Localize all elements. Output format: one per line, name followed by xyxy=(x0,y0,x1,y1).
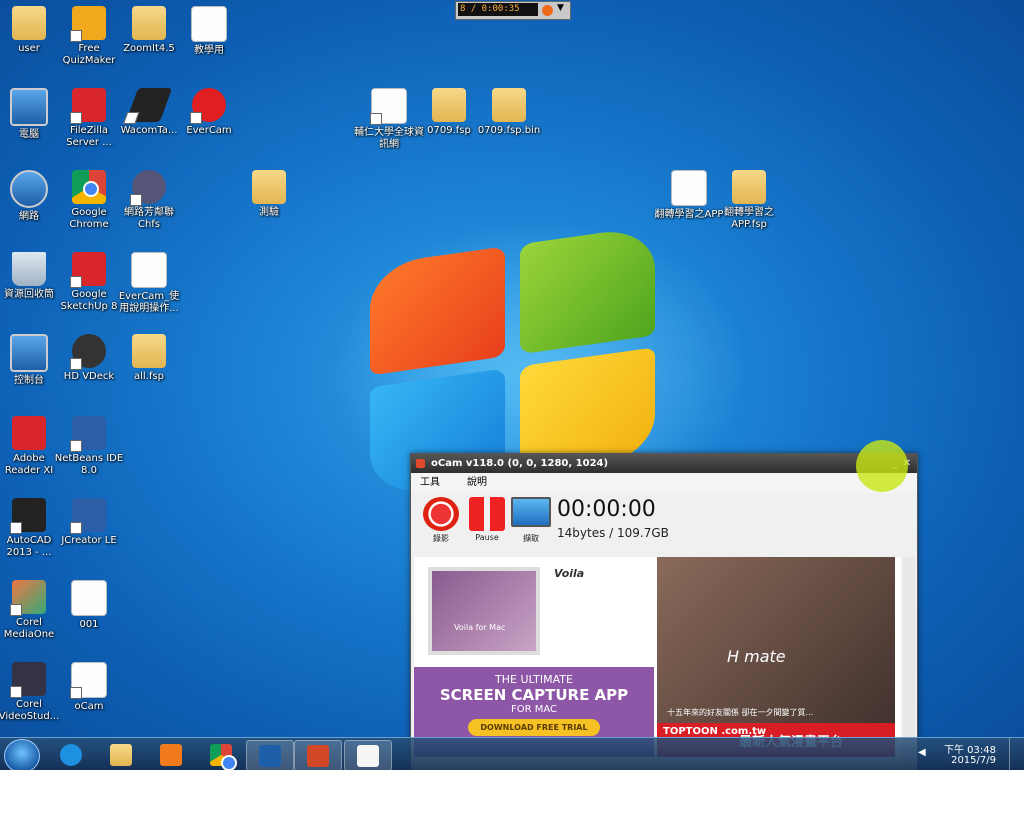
cursor-highlight xyxy=(856,440,908,492)
ie-icon xyxy=(60,743,82,766)
download-button[interactable]: DOWNLOAD FREE TRIAL xyxy=(468,719,600,736)
tray-arrow-icon[interactable]: ◀ xyxy=(918,747,926,758)
folder-icon xyxy=(252,170,286,204)
folder-icon xyxy=(110,743,132,766)
pause-button[interactable]: Pause xyxy=(465,497,509,542)
desktop-icon-jcreator[interactable]: JCreator LE xyxy=(54,498,124,547)
ocam-icon xyxy=(357,744,379,767)
taskbar-ocam[interactable] xyxy=(344,740,392,770)
desktop-icon-evercam-manual[interactable]: EverCam_使用說明操作... xyxy=(114,252,184,315)
show-desktop-button[interactable] xyxy=(1009,738,1024,770)
ocam-window: oCam v118.0 (0, 0, 1280, 1024) _ ✕ 工具說明 … xyxy=(410,453,918,770)
pause-label: Pause xyxy=(475,533,499,542)
ocam-icon xyxy=(70,662,107,699)
ocam-toolbar: 錄影 Pause 擷取 00:00:00 14bytes / 109.7GB xyxy=(411,493,917,551)
evercam-icon xyxy=(190,88,226,124)
hdvdeck-icon xyxy=(70,334,106,370)
folder-icon xyxy=(432,88,466,122)
powerpoint-icon xyxy=(307,744,329,767)
taskbar-ie[interactable] xyxy=(48,740,94,769)
document-icon xyxy=(191,6,227,42)
folder-icon xyxy=(12,6,46,40)
system-tray: ◀ 下午 03:48 2015/7/9 xyxy=(914,738,1024,770)
taskbar: ◀ 下午 03:48 2015/7/9 xyxy=(0,737,1024,770)
toptoon-ad[interactable]: H mate 十五年來的好友關係 卻在一夕間變了質... TOPTOON .co… xyxy=(657,557,895,757)
recorder-time: 8 / 0:00:35 xyxy=(458,3,538,16)
folder-icon xyxy=(132,6,166,40)
monitor-icon xyxy=(511,497,551,527)
folder-icon xyxy=(732,170,766,204)
desktop-icon-teaching[interactable]: 教學用 xyxy=(174,6,244,57)
chrome-icon xyxy=(210,743,237,770)
document-icon xyxy=(71,580,107,616)
ad-brand: Voila xyxy=(554,567,585,580)
record-button[interactable]: 錄影 xyxy=(419,497,463,544)
voila-ad[interactable]: Voila for Mac Voila THE ULTIMATE SCREEN … xyxy=(414,557,654,757)
computer-icon xyxy=(10,88,48,126)
jcreator-icon xyxy=(70,498,106,534)
app-icon xyxy=(259,744,281,767)
ad-caption: 十五年來的好友關係 卻在一夕間變了質... xyxy=(667,708,814,717)
start-button[interactable] xyxy=(4,739,40,770)
ad-title: H mate xyxy=(727,647,786,666)
corel-mediaone-icon xyxy=(10,580,46,616)
ocam-titlebar[interactable]: oCam v118.0 (0, 0, 1280, 1024) _ ✕ xyxy=(411,454,917,473)
chrome-icon xyxy=(72,170,106,204)
recorder-toolbar: 8 / 0:00:35 ▼ xyxy=(455,1,571,20)
capture-button[interactable]: 擷取 xyxy=(509,497,553,544)
adobe-reader-icon xyxy=(12,416,46,450)
tablet-icon xyxy=(125,88,173,122)
recycle-bin-icon xyxy=(12,252,46,286)
desktop-icon-app-fsp[interactable]: 翻轉學習之APP.fsp xyxy=(714,170,784,231)
clock-date[interactable]: 2015/7/9 xyxy=(951,755,996,766)
pause-icon xyxy=(469,497,505,531)
desktop-icon-chfs[interactable]: 網路芳鄰聯Chfs xyxy=(114,170,184,231)
control-panel-icon xyxy=(10,334,48,372)
desktop: user Free QuizMaker ZoomIt4.5 教學用 電腦 Fil… xyxy=(0,0,1024,770)
record-icon[interactable] xyxy=(542,5,553,16)
taskbar-media[interactable] xyxy=(148,740,194,769)
filezilla-icon xyxy=(70,88,106,124)
ad-area: Voila for Mac Voila THE ULTIMATE SCREEN … xyxy=(414,557,901,767)
sketchup-icon xyxy=(70,252,106,288)
record-label: 錄影 xyxy=(433,534,449,543)
desktop-icon-001[interactable]: 001 xyxy=(54,580,124,631)
menu-help[interactable]: 說明 xyxy=(467,477,487,488)
dropdown-arrow-icon[interactable]: ▼ xyxy=(557,3,564,13)
taskbar-explorer[interactable] xyxy=(98,740,144,769)
ad-monitor-image: Voila for Mac xyxy=(428,567,540,655)
ocam-menubar: 工具 說明 xyxy=(411,473,917,493)
capture-label: 擷取 xyxy=(523,534,539,543)
network-share-icon xyxy=(130,170,166,206)
desktop-icon-allfsp[interactable]: all.fsp xyxy=(114,334,184,383)
ocam-app-icon xyxy=(416,459,425,468)
media-player-icon xyxy=(160,743,182,766)
quizmaker-icon xyxy=(70,6,106,42)
ocam-title: oCam v118.0 (0, 0, 1280, 1024) xyxy=(431,458,609,469)
desktop-icon-ocam[interactable]: oCam xyxy=(54,662,124,713)
file-size: 14bytes / 109.7GB xyxy=(557,526,669,540)
netbeans-icon xyxy=(70,416,106,452)
recording-time: 00:00:00 xyxy=(557,497,656,522)
desktop-icon-0709fspbin[interactable]: 0709.fsp.bin xyxy=(474,88,544,137)
powerpoint-file-icon xyxy=(671,170,707,206)
desktop-icon-quiz[interactable]: 測驗 xyxy=(234,170,304,219)
autocad-icon xyxy=(10,498,46,534)
scrollbar[interactable] xyxy=(903,557,915,767)
record-icon xyxy=(423,497,459,531)
corel-videostudio-icon xyxy=(10,662,46,698)
clock-time[interactable]: 下午 03:48 xyxy=(944,741,996,756)
folder-icon xyxy=(132,334,166,368)
folder-icon xyxy=(492,88,526,122)
taskbar-powerpoint[interactable] xyxy=(294,740,342,770)
desktop-icon-evercam[interactable]: EverCam xyxy=(174,88,244,137)
web-shortcut-icon xyxy=(370,88,407,125)
pdf-file-icon xyxy=(131,252,167,288)
menu-tools[interactable]: 工具 xyxy=(420,477,440,488)
taskbar-chrome[interactable] xyxy=(198,740,244,770)
taskbar-app1[interactable] xyxy=(246,740,294,770)
network-icon xyxy=(10,170,48,208)
desktop-icon-netbeans[interactable]: NetBeans IDE 8.0 xyxy=(54,416,124,477)
